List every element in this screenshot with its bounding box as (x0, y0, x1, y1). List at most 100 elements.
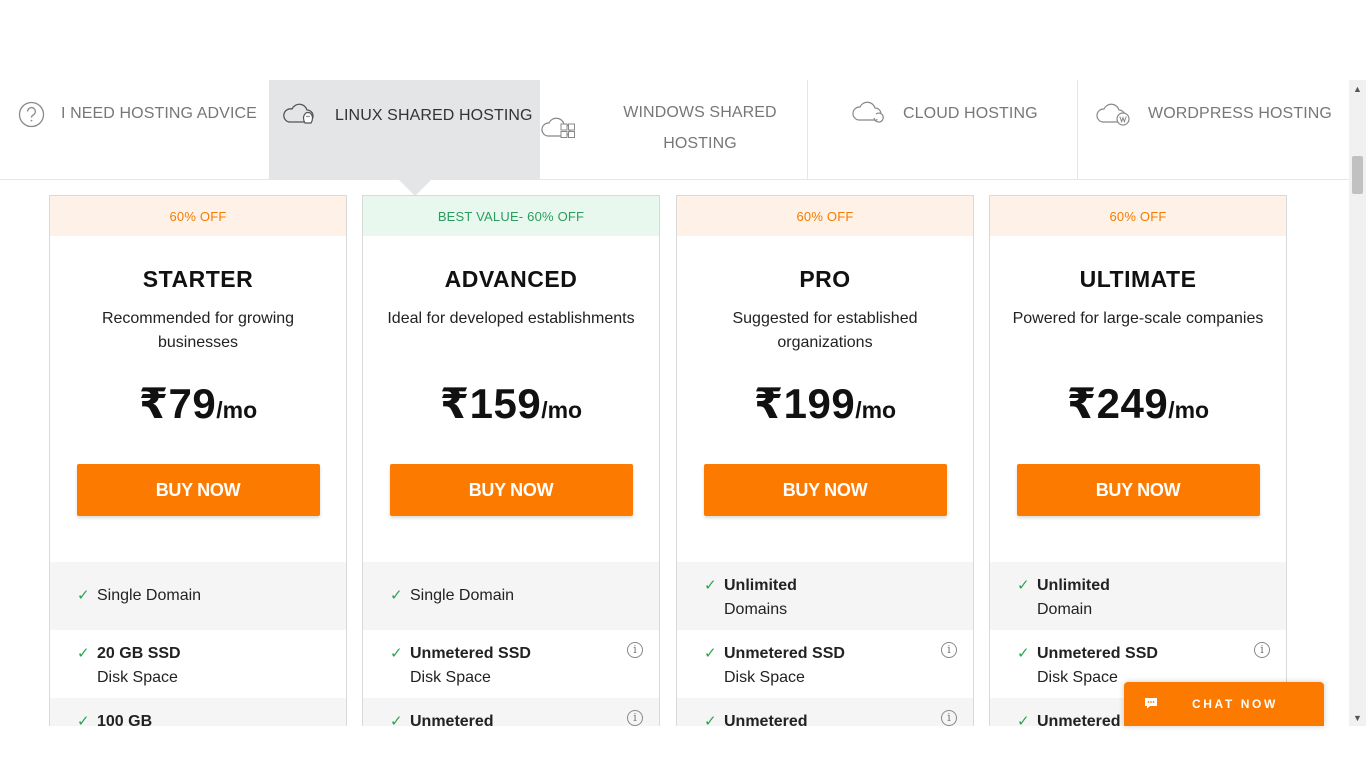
price-period: /mo (1168, 397, 1210, 423)
price-amount: ₹159 (439, 380, 542, 427)
plan-price: ₹159/mo (363, 379, 659, 431)
price-amount: ₹199 (753, 380, 856, 427)
feature-text: Unmetered (724, 713, 808, 726)
feature-item: ✓ Unlimited Domains (677, 562, 973, 630)
discount-badge: 60% OFF (677, 196, 973, 236)
info-icon[interactable]: i (627, 642, 643, 658)
feature-subtext: Disk Space (410, 669, 491, 686)
cloud-wordpress-icon (1096, 103, 1130, 126)
feature-item: ✓ Single Domain (363, 562, 659, 630)
feature-text: Unmetered SSD (1037, 645, 1158, 662)
check-icon: ✓ (77, 645, 90, 662)
feature-item: ✓ 20 GB SSD Disk Space (50, 630, 346, 698)
tab-wordpress-hosting[interactable]: WORDPRESS HOSTING (1078, 80, 1349, 180)
info-icon[interactable]: i (941, 710, 957, 726)
check-icon: ✓ (390, 713, 403, 726)
feature-item: ✓ Unmetered i (363, 698, 659, 726)
check-icon: ✓ (1017, 645, 1030, 662)
chat-label: CHAT NOW (1192, 697, 1278, 711)
buy-now-button[interactable]: BUY NOW (703, 464, 947, 516)
pricing-cards: 60% OFF STARTER Recommended for growing … (49, 195, 1289, 726)
feature-item: ✓ 100 GB (50, 698, 346, 726)
price-amount: ₹249 (1066, 380, 1169, 427)
feature-item: ✓ Unmetered SSD Disk Space i (363, 630, 659, 698)
feature-item: ✓ Unmetered i (677, 698, 973, 726)
check-icon: ✓ (704, 645, 717, 662)
tab-hosting-advice[interactable]: I NEED HOSTING ADVICE (0, 80, 269, 180)
feature-text: Unmetered (1037, 713, 1121, 726)
price-period: /mo (541, 397, 583, 423)
plan-description: Suggested for established organizations (732, 310, 918, 351)
tab-label: WINDOWS SHARED HOSTING (623, 104, 777, 152)
feature-subtext: Disk Space (97, 669, 178, 686)
page: I NEED HOSTING ADVICE LINUX SHARED HOSTI… (0, 0, 1366, 768)
feature-subtext: Disk Space (1037, 669, 1118, 686)
plan-name: STARTER (142, 266, 254, 292)
plan-card-ultimate: 60% OFF ULTIMATE Powered for large-scale… (989, 195, 1287, 726)
info-icon[interactable]: i (1254, 642, 1270, 658)
info-icon[interactable]: i (627, 710, 643, 726)
cloud-linux-icon (283, 103, 314, 124)
buy-now-button[interactable]: BUY NOW (1016, 464, 1260, 516)
cloud-refresh-icon (852, 101, 884, 123)
feature-subtext: Disk Space (724, 669, 805, 686)
tab-label: I NEED HOSTING ADVICE (61, 105, 257, 122)
plan-name: ULTIMATE (1079, 266, 1197, 292)
plan-description: Ideal for developed establishments (387, 310, 635, 327)
tab-label: LINUX SHARED HOSTING (335, 107, 533, 124)
tab-windows-shared-hosting[interactable]: WINDOWS SHARED HOSTING (540, 80, 808, 180)
plan-price: ₹199/mo (677, 379, 973, 431)
chat-bubble-icon (1145, 698, 1157, 709)
tab-linux-shared-hosting[interactable]: LINUX SHARED HOSTING (269, 80, 540, 196)
check-icon: ✓ (77, 587, 90, 604)
tab-cloud-hosting[interactable]: CLOUD HOSTING (808, 80, 1078, 180)
plan-name: PRO (799, 266, 851, 292)
plan-price: ₹249/mo (990, 379, 1286, 431)
info-icon[interactable]: i (941, 642, 957, 658)
check-icon: ✓ (704, 713, 717, 726)
hosting-type-tabs: I NEED HOSTING ADVICE LINUX SHARED HOSTI… (0, 80, 1349, 196)
scroll-down-icon[interactable]: ▼ (1353, 713, 1362, 723)
plan-description: Powered for large-scale companies (1012, 310, 1264, 327)
feature-list: ✓ Single Domain ✓ 20 GB SSD Disk Space ✓… (50, 562, 346, 726)
feature-text: Unmetered SSD (410, 645, 531, 662)
feature-subtext: Domain (1037, 601, 1093, 618)
question-circle-icon (18, 101, 45, 128)
feature-list: ✓ Single Domain ✓ Unmetered SSD Disk Spa… (363, 562, 659, 726)
chat-now-button[interactable]: CHAT NOW (1124, 682, 1324, 726)
buy-now-button[interactable]: BUY NOW (76, 464, 320, 516)
discount-badge: 60% OFF (990, 196, 1286, 236)
scroll-up-icon[interactable]: ▲ (1353, 84, 1362, 94)
page-scrollbar[interactable]: ▲ ▼ (1349, 80, 1366, 726)
feature-list: ✓ Unlimited Domains ✓ Unmetered SSD Disk… (677, 562, 973, 726)
feature-item: ✓ Unlimited Domain (990, 562, 1286, 630)
feature-subtext: Domains (724, 601, 788, 618)
buy-now-button[interactable]: BUY NOW (389, 464, 633, 516)
tab-label: CLOUD HOSTING (903, 105, 1038, 122)
plan-card-starter: 60% OFF STARTER Recommended for growing … (49, 195, 347, 726)
feature-text: Unmetered SSD (724, 645, 845, 662)
feature-item: ✓ Unmetered SSD Disk Space i (677, 630, 973, 698)
check-icon: ✓ (77, 713, 90, 726)
price-period: /mo (855, 397, 897, 423)
scroll-thumb[interactable] (1352, 156, 1363, 194)
check-icon: ✓ (1017, 713, 1030, 726)
feature-item: ✓ Single Domain (50, 562, 346, 630)
plan-card-advanced: BEST VALUE- 60% OFF ADVANCED Ideal for d… (362, 195, 660, 726)
plan-description: Recommended for growing businesses (101, 310, 295, 351)
feature-text: Single Domain (410, 587, 515, 604)
price-amount: ₹79 (138, 380, 217, 427)
price-period: /mo (216, 397, 258, 423)
plan-name: ADVANCED (444, 266, 578, 292)
discount-badge: 60% OFF (50, 196, 346, 236)
feature-text: 100 GB (97, 713, 153, 726)
check-icon: ✓ (704, 577, 717, 594)
feature-text: Single Domain (97, 587, 202, 604)
check-icon: ✓ (390, 587, 403, 604)
feature-text: Unlimited (1037, 577, 1110, 594)
feature-text: Unlimited (724, 577, 797, 594)
feature-text: 20 GB SSD (97, 645, 181, 662)
plan-card-pro: 60% OFF PRO Suggested for established or… (676, 195, 974, 726)
plan-price: ₹79/mo (50, 379, 346, 431)
tab-label: WORDPRESS HOSTING (1148, 105, 1332, 122)
